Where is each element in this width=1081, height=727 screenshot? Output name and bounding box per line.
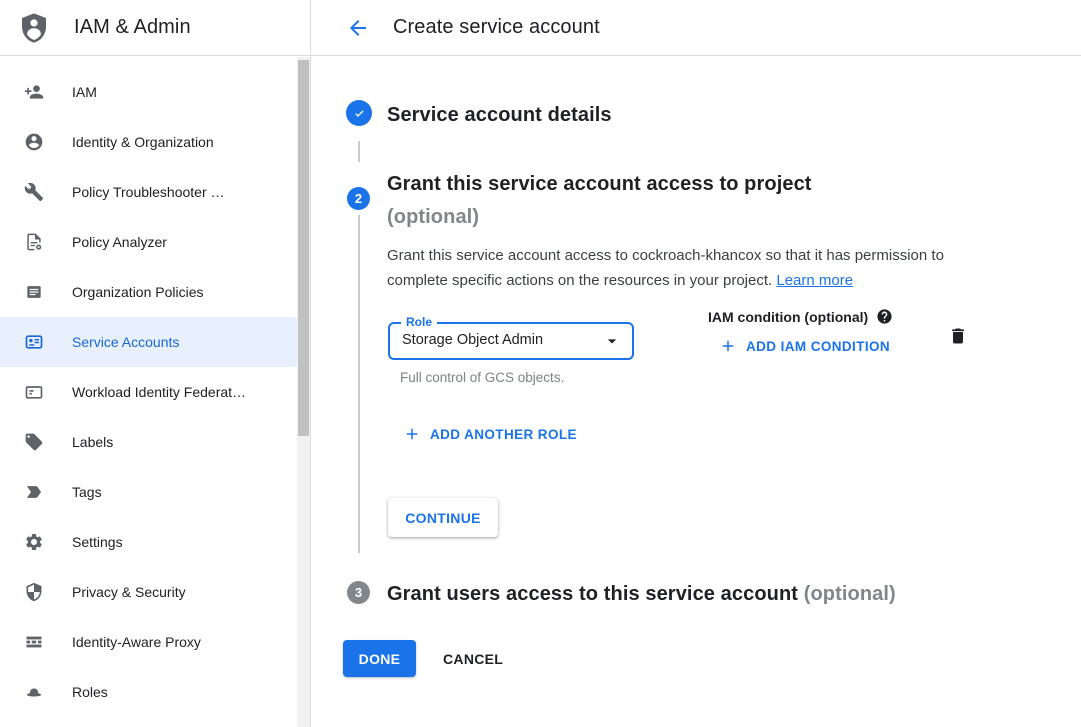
trash-icon (948, 326, 968, 346)
delete-role-button[interactable] (946, 324, 970, 348)
sidebar-item-label: Policy Analyzer (72, 234, 167, 250)
sidebar-item-privacy-security[interactable]: Privacy & Security (0, 567, 297, 617)
step3-title: Grant users access to this service accou… (387, 578, 896, 611)
sidebar-item-label: Workload Identity Federat… (72, 384, 246, 400)
gcp-console: IAM & Admin IAM Identity & Organization … (0, 0, 1081, 727)
sidebar-item-label: IAM (72, 84, 97, 100)
striped-panel-icon (24, 632, 44, 652)
arrow-back-icon (346, 16, 370, 40)
add-another-role-button[interactable]: ADD ANOTHER ROLE (403, 425, 577, 443)
sidebar-item-labels[interactable]: Labels (0, 417, 297, 467)
scrollbar-thumb[interactable] (298, 60, 309, 436)
sidebar-item-workload-identity-federation[interactable]: Workload Identity Federat… (0, 367, 297, 417)
sidebar-item-organization-policies[interactable]: Organization Policies (0, 267, 297, 317)
sidebar-item-label: Identity-Aware Proxy (72, 634, 201, 650)
sidebar-item-label: Identity & Organization (72, 134, 214, 150)
sidebar-nav: IAM Identity & Organization Policy Troub… (0, 56, 310, 717)
cancel-button[interactable]: CANCEL (435, 640, 511, 677)
role-helper-text: Full control of GCS objects. (400, 370, 564, 385)
sidebar-item-settings[interactable]: Settings (0, 517, 297, 567)
learn-more-link[interactable]: Learn more (776, 272, 853, 289)
sidebar-item-service-accounts[interactable]: Service Accounts (0, 317, 297, 367)
step1-title: Service account details (387, 99, 612, 132)
hat-icon (24, 682, 44, 702)
product-title: IAM & Admin (74, 16, 191, 39)
role-select[interactable]: Role Storage Object Admin (388, 322, 634, 360)
wizard: Service account details 2 Grant this ser… (311, 56, 1081, 727)
step-connector (358, 141, 360, 162)
step2-description: Grant this service account access to coc… (387, 243, 987, 293)
sidebar-item-identity-organization[interactable]: Identity & Organization (0, 117, 297, 167)
page-title: Create service account (393, 16, 600, 39)
sidebar-scrollbar[interactable] (297, 57, 310, 727)
add-iam-condition-button[interactable]: ADD IAM CONDITION (719, 337, 890, 355)
step-connector (358, 215, 360, 553)
sidebar-item-policy-analyzer[interactable]: Policy Analyzer (0, 217, 297, 267)
document-lines-icon (24, 282, 44, 302)
wrench-icon (24, 182, 44, 202)
step2-optional-label: (optional) (387, 206, 479, 228)
sidebar-item-label: Settings (72, 534, 123, 550)
iam-condition-block: IAM condition (optional) ADD IAM CONDITI… (708, 308, 893, 355)
continue-button[interactable]: CONTINUE (388, 498, 498, 537)
sidebar-item-tags[interactable]: Tags (0, 467, 297, 517)
tag-icon (24, 432, 44, 452)
sidebar-item-label: Roles (72, 684, 108, 700)
label-arrow-icon (24, 482, 44, 502)
step2-title: Grant this service account access to pro… (387, 168, 947, 234)
sidebar-item-iam[interactable]: IAM (0, 67, 297, 117)
page-header: Create service account (311, 0, 1081, 56)
step3-number-badge: 3 (347, 581, 370, 604)
role-field-label: Role (401, 315, 437, 329)
step2-number-badge: 2 (347, 187, 370, 210)
service-account-badge-icon (24, 332, 44, 352)
gear-icon (24, 532, 44, 552)
iam-condition-label: IAM condition (optional) (708, 309, 868, 325)
sidebar-item-roles[interactable]: Roles (0, 667, 297, 717)
sidebar-item-label: Service Accounts (72, 334, 179, 350)
sidebar-item-label: Policy Troubleshooter … (72, 184, 225, 200)
sidebar-item-label: Organization Policies (72, 284, 204, 300)
account-circle-icon (24, 132, 44, 152)
back-button[interactable] (345, 15, 371, 41)
sidebar-item-policy-troubleshooter[interactable]: Policy Troubleshooter … (0, 167, 297, 217)
shield-half-icon (24, 582, 44, 602)
done-button[interactable]: DONE (343, 640, 416, 677)
plus-icon (403, 425, 421, 443)
role-selected-value: Storage Object Admin (402, 332, 543, 348)
step3-optional-label: (optional) (804, 583, 896, 605)
step1-complete-icon (346, 100, 372, 126)
sidebar-item-label: Tags (72, 484, 102, 500)
main-panel: Create service account Service account d… (311, 0, 1081, 727)
chevron-down-icon (602, 331, 622, 351)
sidebar: IAM & Admin IAM Identity & Organization … (0, 0, 311, 727)
sidebar-item-label: Privacy & Security (72, 584, 186, 600)
plus-icon (719, 337, 737, 355)
sidebar-item-label: Labels (72, 434, 113, 450)
card-icon (24, 382, 44, 402)
help-icon[interactable] (876, 308, 893, 325)
sidebar-item-identity-aware-proxy[interactable]: Identity-Aware Proxy (0, 617, 297, 667)
sidebar-header: IAM & Admin (0, 0, 310, 56)
person-add-icon (24, 82, 44, 102)
iam-admin-shield-icon (18, 11, 50, 45)
document-gear-icon (24, 232, 44, 252)
